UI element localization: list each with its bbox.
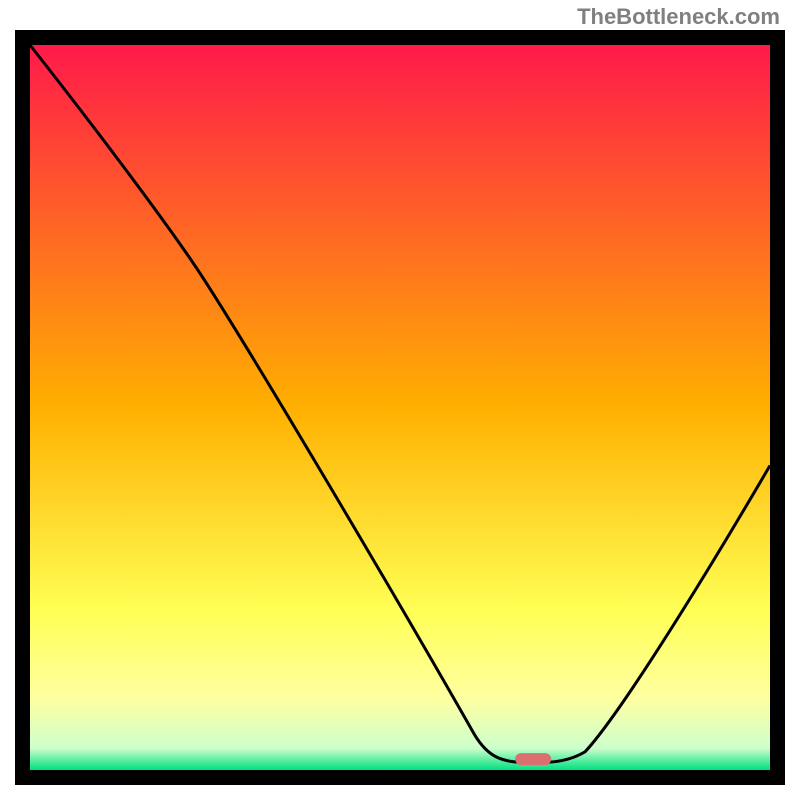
chart-frame [15,30,785,785]
optimal-marker [515,753,551,765]
chart-svg [15,30,785,785]
watermark-text: TheBottleneck.com [577,4,780,30]
chart-container: TheBottleneck.com [0,0,800,800]
